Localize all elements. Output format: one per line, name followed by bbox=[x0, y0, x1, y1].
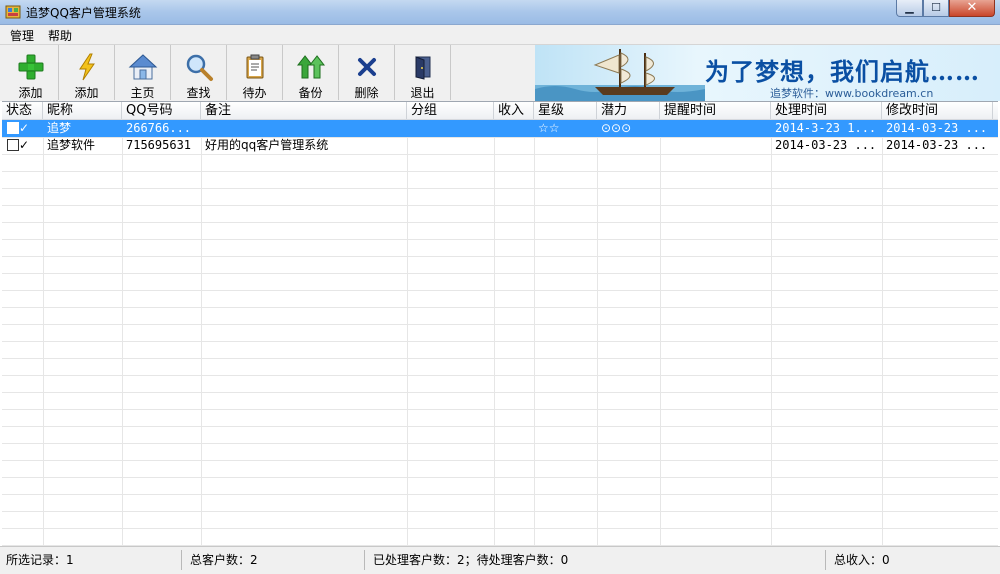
banner: 为了梦想，我们启航…… 追梦软件：www.bookdream.cn bbox=[535, 45, 1000, 101]
row-status-cell[interactable]: ✓ bbox=[2, 137, 43, 154]
status-bar: 所选记录：1 总客户数：2 已处理客户数：2；待处理客户数：0 总收入：0 bbox=[0, 546, 1000, 574]
todo-button-label: 待办 bbox=[242, 86, 267, 100]
minimize-button[interactable]: ▁ bbox=[896, 0, 923, 17]
search-icon bbox=[186, 54, 213, 81]
clipboard-icon bbox=[246, 54, 263, 79]
column-header-modified-time[interactable]: 修改时间 bbox=[882, 102, 993, 119]
cell-group bbox=[407, 120, 494, 137]
home-button[interactable]: 主页 bbox=[115, 45, 171, 100]
status-total-customers: 总客户数：2 bbox=[184, 550, 365, 570]
customer-table[interactable]: 状态 昵称 QQ号码 备注 分组 收入 星级 潜力 提醒时间 处理时间 修改时间… bbox=[2, 101, 998, 547]
column-divider bbox=[43, 120, 44, 547]
column-divider bbox=[882, 120, 883, 547]
banner-slogan: 为了梦想，我们启航…… bbox=[705, 57, 980, 86]
plus-icon bbox=[18, 54, 43, 80]
cell-processed-time: 2014-03-23 ... bbox=[775, 138, 877, 152]
title-bar: 追梦QQ客户管理系统 ▁ ☐ ✕ bbox=[0, 0, 1000, 25]
quick-add-button-label: 添加 bbox=[74, 86, 99, 100]
column-header-qq[interactable]: QQ号码 bbox=[122, 102, 201, 119]
cell-modified-time: 2014-03-23 ... bbox=[886, 138, 988, 152]
cell-qq: 266766... bbox=[126, 121, 192, 135]
status-total-income: 总收入：0 bbox=[834, 553, 890, 567]
row-checkbox[interactable] bbox=[7, 121, 19, 134]
column-header-group[interactable]: 分组 bbox=[407, 102, 494, 119]
search-button-label: 查找 bbox=[186, 86, 211, 100]
column-header-income[interactable]: 收入 bbox=[494, 102, 534, 119]
table-row[interactable]: ✓ 追梦软件 715695631 好用的qq客户管理系统 2014-03-23 … bbox=[2, 137, 998, 154]
search-button[interactable]: 查找 bbox=[171, 45, 227, 100]
exit-button[interactable]: 退出 bbox=[395, 45, 451, 100]
table-row[interactable]: ✓ 追梦 266766... ☆☆ ⊙⊙⊙ 2014-3-23 1... 201… bbox=[2, 120, 998, 137]
exit-door-icon bbox=[415, 56, 430, 80]
menu-bar: 管理 帮助 bbox=[0, 25, 1000, 45]
cell-potential bbox=[597, 137, 660, 154]
column-divider bbox=[122, 120, 123, 547]
close-button[interactable]: ✕ bbox=[949, 0, 995, 17]
exit-button-label: 退出 bbox=[410, 86, 435, 100]
cell-income bbox=[494, 137, 534, 154]
add-button[interactable]: 添加 bbox=[3, 45, 59, 100]
column-divider bbox=[660, 120, 661, 547]
cell-group bbox=[407, 137, 494, 154]
cell-processed-time: 2014-3-23 1... bbox=[775, 121, 877, 135]
column-header-remind-time[interactable]: 提醒时间 bbox=[660, 102, 771, 119]
minimize-icon: ▁ bbox=[905, 1, 914, 14]
row-checkbox[interactable] bbox=[7, 138, 19, 151]
cell-stars: ☆☆ bbox=[538, 121, 560, 135]
delete-x-icon bbox=[357, 58, 376, 76]
column-divider bbox=[534, 120, 535, 547]
app-icon bbox=[5, 5, 21, 19]
cell-income bbox=[494, 120, 534, 137]
column-header-note[interactable]: 备注 bbox=[201, 102, 407, 119]
row-status-cell[interactable]: ✓ bbox=[2, 120, 43, 137]
cell-remind-time bbox=[660, 137, 771, 154]
quick-add-button[interactable]: 添加 bbox=[59, 45, 115, 100]
column-header-potential[interactable]: 潜力 bbox=[597, 102, 660, 119]
delete-button[interactable]: 删除 bbox=[339, 45, 395, 100]
maximize-button[interactable]: ☐ bbox=[923, 0, 949, 17]
backup-arrows-icon bbox=[296, 55, 325, 79]
home-icon bbox=[128, 54, 157, 80]
column-divider bbox=[407, 120, 408, 547]
column-header-status[interactable]: 状态 bbox=[2, 102, 43, 119]
cell-note bbox=[201, 120, 407, 137]
cell-stars bbox=[534, 137, 597, 154]
cell-nickname: 追梦软件 bbox=[47, 138, 96, 152]
status-check-icon: ✓ bbox=[19, 138, 30, 152]
cell-remind-time bbox=[660, 120, 771, 137]
column-header-stars[interactable]: 星级 bbox=[534, 102, 597, 119]
status-processed-customers: 已处理客户数：2；待处理客户数：0 bbox=[367, 550, 826, 570]
column-header-nickname[interactable]: 昵称 bbox=[43, 102, 122, 119]
ship-image bbox=[535, 49, 705, 101]
home-button-label: 主页 bbox=[130, 86, 155, 100]
maximize-icon: ☐ bbox=[931, 1, 941, 14]
cell-potential: ⊙⊙⊙ bbox=[601, 121, 632, 135]
column-divider bbox=[201, 120, 202, 547]
status-check-icon: ✓ bbox=[19, 121, 30, 135]
table-gridlines bbox=[2, 120, 998, 547]
banner-website: 追梦软件：www.bookdream.cn bbox=[770, 87, 934, 100]
column-divider bbox=[597, 120, 598, 547]
todo-button[interactable]: 待办 bbox=[227, 45, 283, 100]
backup-button-label: 备份 bbox=[298, 86, 323, 100]
table-header: 状态 昵称 QQ号码 备注 分组 收入 星级 潜力 提醒时间 处理时间 修改时间 bbox=[2, 102, 998, 120]
lightning-icon bbox=[78, 53, 95, 81]
backup-button[interactable]: 备份 bbox=[283, 45, 339, 100]
cell-note: 好用的qq客户管理系统 bbox=[205, 138, 329, 152]
status-selected-records: 所选记录：1 bbox=[0, 550, 182, 570]
column-header-processed-time[interactable]: 处理时间 bbox=[771, 102, 882, 119]
cell-qq: 715695631 bbox=[126, 138, 192, 152]
menu-manage[interactable]: 管理 bbox=[10, 27, 34, 44]
add-button-label: 添加 bbox=[18, 86, 43, 100]
window-title: 追梦QQ客户管理系统 bbox=[26, 6, 141, 20]
menu-help[interactable]: 帮助 bbox=[48, 27, 72, 44]
cell-modified-time: 2014-03-23 ... bbox=[886, 121, 988, 135]
close-icon: ✕ bbox=[966, 0, 978, 15]
column-divider bbox=[771, 120, 772, 547]
column-divider bbox=[494, 120, 495, 547]
delete-button-label: 删除 bbox=[354, 86, 379, 100]
cell-nickname: 追梦 bbox=[47, 121, 72, 135]
